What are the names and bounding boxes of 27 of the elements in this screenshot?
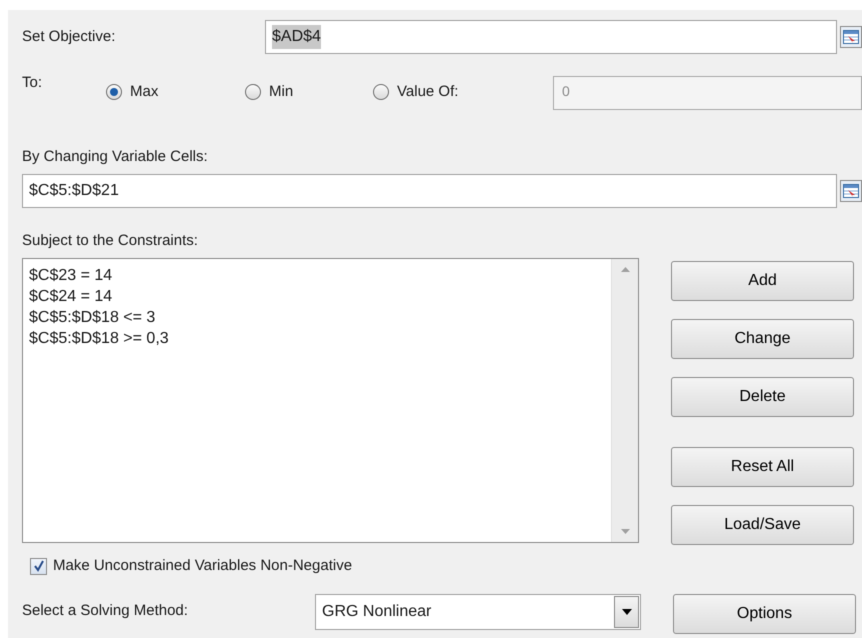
variable-cells-label: By Changing Variable Cells: bbox=[22, 146, 208, 166]
dialog-button[interactable]: Delete bbox=[671, 377, 854, 417]
radio-option[interactable]: Max bbox=[106, 80, 245, 104]
to-label: To: bbox=[22, 73, 44, 93]
constraints-label: Subject to the Constraints: bbox=[22, 230, 198, 250]
range-select-icon[interactable] bbox=[840, 26, 862, 48]
constraint-item[interactable]: $C$24 = 14 bbox=[29, 286, 605, 307]
dialog-button[interactable]: Reset All bbox=[671, 447, 854, 487]
range-select-icon[interactable] bbox=[840, 180, 862, 202]
dialog-button[interactable]: Add bbox=[671, 261, 854, 301]
constraint-item[interactable]: $C$5:$D$18 <= 3 bbox=[29, 307, 605, 328]
method-dropdown[interactable]: GRG Nonlinear bbox=[315, 594, 641, 630]
options-button[interactable]: Options bbox=[673, 594, 856, 634]
non-negative-checkbox[interactable]: Make Unconstrained Variables Non-Negative bbox=[30, 555, 862, 578]
radio-option[interactable]: Value Of: bbox=[373, 80, 553, 104]
checkbox[interactable] bbox=[30, 558, 47, 575]
constraints-list[interactable]: $C$23 = 14 $C$24 = 14 $C$5:$D$18 <= 3 $C$5:$D$18 >= 0,3 bbox=[22, 258, 639, 543]
dialog-button[interactable]: Load/Save bbox=[671, 505, 854, 545]
dialog-button[interactable]: Change bbox=[671, 319, 854, 359]
caret-icon bbox=[622, 608, 632, 614]
constraint-item[interactable]: $C$5:$D$18 >= 0,3 bbox=[29, 328, 605, 349]
objective-label: Set Objective: bbox=[22, 26, 116, 47]
radio-option[interactable]: Min bbox=[245, 80, 373, 104]
constraint-item[interactable]: $C$23 = 14 bbox=[29, 265, 605, 286]
variable-cells-field[interactable]: $C$5:$D$21 bbox=[22, 174, 837, 208]
objective-field[interactable]: $AD$4 bbox=[265, 20, 837, 54]
method-label: Select a Solving Method: bbox=[22, 601, 189, 622]
